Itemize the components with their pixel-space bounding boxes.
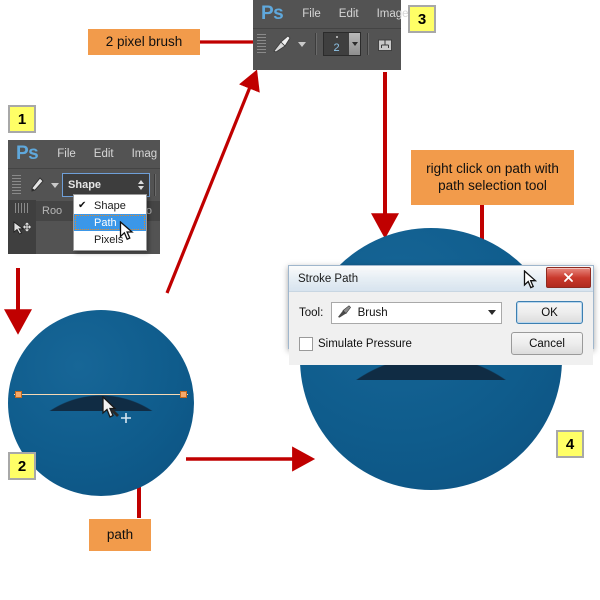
callout-right-click-line1: right click on path with [426, 160, 559, 176]
brush-size-stepper[interactable]: 2 [323, 32, 361, 56]
dropdown-option-path[interactable]: Path [74, 214, 146, 231]
mouse-cursor-icon-dialog [523, 270, 537, 289]
brush-options-row: 2 [253, 28, 401, 59]
menu-image-2[interactable]: Imag [123, 148, 160, 160]
brush-options-toolbar: Ps File Edit Image 2 [253, 0, 409, 70]
document-tab-title-left[interactable]: Roo [34, 205, 70, 217]
brush-icon[interactable] [269, 32, 295, 56]
tool-value: Brush [357, 306, 388, 319]
close-icon[interactable] [546, 267, 591, 288]
callout-path-text: path [106, 526, 134, 542]
badge-1: 1 [8, 105, 36, 133]
simulate-pressure-label: Simulate Pressure [318, 337, 412, 350]
chevron-down-icon[interactable] [485, 310, 499, 315]
pen-chevron-down-icon[interactable] [49, 173, 62, 197]
path-anchor-right[interactable] [180, 391, 187, 398]
check-icon: ✔ [78, 200, 87, 211]
dropdown-option-shape[interactable]: ✔ Shape [74, 197, 146, 214]
dialog-titlebar[interactable]: Stroke Path [289, 266, 593, 292]
path-anchor-left[interactable] [15, 391, 22, 398]
shape-mode-dropdown-menu[interactable]: ✔ Shape Path Pixels [73, 194, 147, 251]
dialog-title: Stroke Path [298, 272, 359, 285]
menu-file-2[interactable]: File [48, 148, 85, 160]
tablet-pressure-icon[interactable] [375, 35, 395, 53]
mouse-cursor-icon [119, 221, 134, 241]
brush-menubar: Ps File Edit Image [253, 0, 409, 28]
brush-size-value[interactable]: 2 [324, 33, 349, 55]
brush-preset-chevron-down-icon[interactable] [295, 32, 309, 56]
photoshop-logo-icon-2: Ps [16, 143, 39, 164]
shape-mode-spinner-icon[interactable] [138, 180, 145, 190]
dropdown-option-shape-label: Shape [94, 199, 126, 212]
tool-row: Tool: Brush OK [299, 301, 583, 324]
tools-grip-icon[interactable] [15, 203, 29, 213]
dropdown-option-pixels[interactable]: Pixels [74, 231, 146, 248]
arrow-panel1-to-brush [165, 69, 260, 294]
badge-4: 4 [556, 430, 584, 458]
callout-right-click: right click on path with path selection … [411, 150, 574, 205]
badge-3: 3 [408, 5, 436, 33]
menu-edit[interactable]: Edit [330, 8, 368, 20]
badge-1-label: 1 [17, 110, 27, 128]
badge-2: 2 [8, 452, 36, 480]
badge-3-label: 3 [417, 10, 427, 28]
cancel-button[interactable]: Cancel [511, 332, 583, 355]
simulate-pressure-row: Simulate Pressure Cancel [299, 332, 583, 355]
badge-2-label: 2 [17, 457, 27, 475]
brush-size-chevron-down-icon[interactable] [349, 33, 360, 55]
callout-2-pixel-brush: 2 pixel brush [88, 29, 200, 55]
photoshop-logo-icon: Ps [261, 3, 284, 24]
tool-label: Tool: [299, 306, 324, 319]
dialog-body: Tool: Brush OK Simulate Pressure Cancel [289, 292, 593, 365]
vector-path-line [14, 394, 188, 395]
menu-edit-2[interactable]: Edit [85, 148, 123, 160]
tools-panel [8, 200, 36, 254]
callout-path: path [89, 519, 151, 551]
pen-cursor-icon [102, 396, 119, 418]
badge-4-label: 4 [565, 435, 575, 453]
simulate-pressure-checkbox[interactable] [299, 336, 313, 351]
pen-tool-icon[interactable] [24, 173, 49, 197]
move-tool-icon[interactable] [8, 213, 36, 239]
brush-icon-small [337, 304, 352, 321]
shape-mode-value: Shape [68, 179, 102, 191]
shape-menubar: Ps File Edit Imag [8, 140, 160, 168]
menu-file[interactable]: File [293, 8, 330, 20]
toolbar-grip-icon[interactable] [257, 34, 266, 54]
ok-button[interactable]: OK [516, 301, 583, 324]
stroke-path-dialog[interactable]: Stroke Path Tool: Brush OK Simulate Pres… [288, 265, 594, 365]
tutorial-canvas: Ps File Edit Image 2 Ps File Edit Imag S… [0, 0, 600, 600]
crosshair-plus-icon [121, 413, 131, 423]
callout-brush-text: 2 pixel brush [105, 33, 183, 49]
callout-right-click-line2: path selection tool [438, 177, 547, 193]
tool-dropdown[interactable]: Brush [330, 301, 503, 324]
toolbar-grip-icon-2[interactable] [12, 175, 21, 195]
